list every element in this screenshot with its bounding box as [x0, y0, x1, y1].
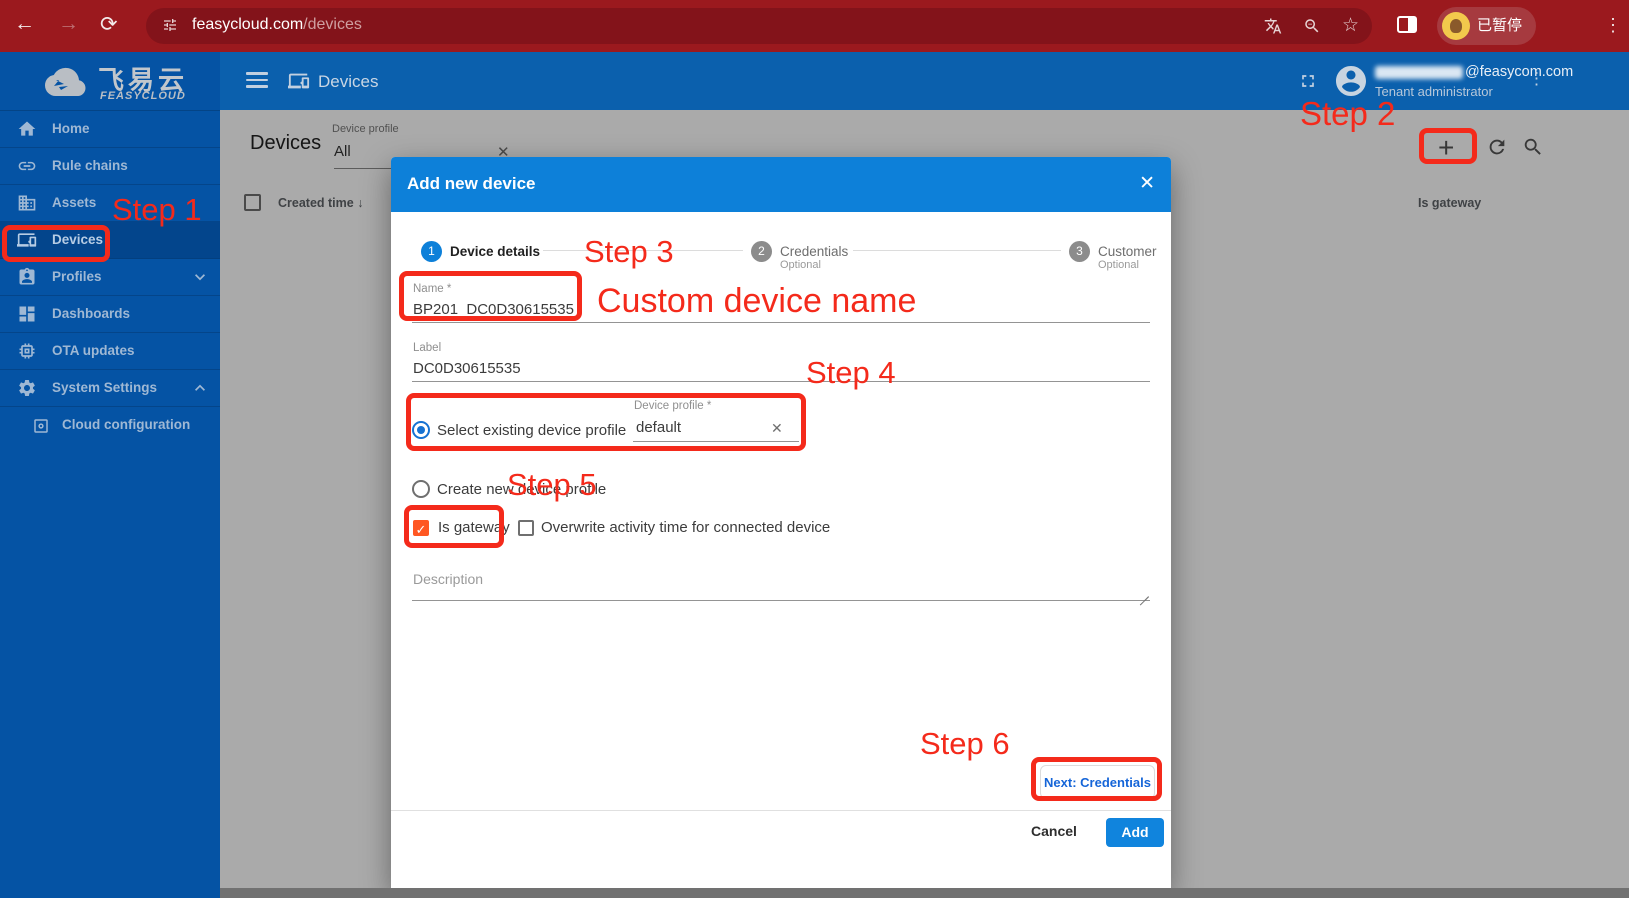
step1-dot: 1 — [421, 241, 442, 262]
translate-icon[interactable] — [1264, 17, 1282, 35]
reload-icon[interactable]: ⟳ — [100, 12, 118, 37]
description-underline[interactable] — [412, 600, 1150, 601]
url-bar[interactable]: feasycloud.com/devices ☆ — [146, 8, 1372, 44]
dashboards-icon — [17, 304, 37, 324]
hamburger-menu-icon[interactable] — [246, 72, 268, 88]
radio-create-new-profile[interactable] — [412, 480, 430, 498]
topbar-devices-icon — [288, 70, 310, 92]
radio-select-existing-profile[interactable] — [412, 421, 430, 439]
label-label: Label — [413, 342, 441, 354]
back-icon[interactable]: ← — [14, 12, 35, 36]
is-gateway-checkbox[interactable]: ✓ — [413, 520, 429, 536]
cloud-logo-icon — [34, 64, 90, 102]
description-label: Description — [413, 571, 483, 587]
resize-handle-icon[interactable] — [1138, 588, 1149, 599]
device-profile-input[interactable]: default — [636, 419, 681, 436]
dialog-divider — [391, 810, 1171, 811]
home-icon — [17, 119, 37, 139]
gear-icon — [17, 378, 37, 398]
overwrite-activity-label[interactable]: Overwrite activity time for connected de… — [541, 519, 830, 536]
name-underline — [412, 322, 1150, 323]
dialog-header: Add new device ✕ — [391, 157, 1171, 212]
topbar: Devices @feasycom.com Tenant administrat… — [220, 52, 1629, 110]
name-label: Name * — [413, 283, 451, 295]
browser-menu-icon[interactable]: ⋮ — [1604, 15, 1622, 36]
sidebar-item-system-settings[interactable]: System Settings — [0, 370, 220, 407]
bottom-strip — [220, 888, 1629, 898]
bookmark-star-icon[interactable]: ☆ — [1342, 14, 1359, 37]
radio-existing-label[interactable]: Select existing device profile — [437, 422, 626, 439]
page: ← → ⟳ feasycloud.com/devices ☆ 已暂停 ⋮ — [0, 0, 1629, 898]
profile-underline — [633, 441, 799, 442]
step2-dot: 2 — [751, 241, 772, 262]
overwrite-activity-checkbox[interactable] — [518, 520, 534, 536]
close-icon[interactable]: ✕ — [1139, 172, 1155, 195]
blurred-text — [1375, 66, 1463, 79]
sidebar-item-home[interactable]: Home — [0, 111, 220, 148]
label-input[interactable]: DC0D30615535 — [413, 360, 521, 377]
sidebar-item-dashboards[interactable]: Dashboards — [0, 296, 220, 333]
url-text: feasycloud.com/devices — [192, 16, 362, 34]
is-gateway-label[interactable]: Is gateway — [438, 519, 510, 536]
sidebar-item-assets[interactable]: Assets — [0, 185, 220, 222]
dialog-title: Add new device — [407, 174, 535, 194]
sidebar-item-profiles[interactable]: Profiles — [0, 259, 220, 296]
user-role: Tenant administrator — [1375, 84, 1493, 99]
profiles-icon — [17, 267, 37, 287]
site-settings-icon[interactable] — [162, 17, 178, 33]
next-credentials-button[interactable]: Next: Credentials — [1040, 765, 1155, 799]
step3-dot: 3 — [1069, 241, 1090, 262]
browser-chrome: ← → ⟳ feasycloud.com/devices ☆ 已暂停 ⋮ — [0, 0, 1629, 52]
profile-chip[interactable]: 已暂停 — [1437, 7, 1536, 45]
logo-en-text: FEASYCLOUD — [100, 90, 186, 102]
cloud-config-icon — [32, 417, 50, 435]
sidebar-item-ota-updates[interactable]: OTA updates — [0, 333, 220, 370]
add-device-dialog: Add new device ✕ 1 Device details 2 Cred… — [391, 157, 1171, 888]
user-avatar-icon[interactable] — [1333, 63, 1369, 99]
sidebar-item-cloud-configuration[interactable]: Cloud configuration — [0, 407, 220, 444]
chevron-up-icon — [190, 378, 210, 398]
label-underline — [412, 381, 1150, 382]
zoom-icon[interactable] — [1303, 17, 1321, 35]
fullscreen-icon[interactable] — [1298, 71, 1318, 91]
devices-icon — [17, 230, 37, 250]
topbar-title: Devices — [318, 72, 378, 92]
cancel-button[interactable]: Cancel — [1031, 823, 1077, 839]
assets-icon — [17, 193, 37, 213]
stepper-line — [543, 250, 743, 251]
browser-avatar-icon — [1442, 12, 1470, 40]
side-panel-icon[interactable] — [1397, 16, 1417, 33]
topbar-menu-icon[interactable]: ⋮ — [1528, 69, 1545, 89]
forward-icon[interactable]: → — [58, 12, 79, 36]
stepper-line — [853, 250, 1061, 251]
radio-new-label[interactable]: Create new device profile — [437, 481, 606, 498]
name-input[interactable]: BP201_DC0D30615535 — [413, 301, 574, 318]
link-icon — [17, 156, 37, 176]
paused-label: 已暂停 — [1477, 17, 1522, 34]
profile-clear-icon[interactable]: ✕ — [771, 420, 783, 437]
sidebar-item-rule-chains[interactable]: Rule chains — [0, 148, 220, 185]
chip-icon — [17, 341, 37, 361]
chevron-down-icon — [190, 267, 210, 287]
logo: 飞易云 FEASYCLOUD — [0, 52, 220, 111]
sidebar-item-devices[interactable]: Devices — [0, 222, 220, 259]
sidebar: 飞易云 FEASYCLOUD Home Rule chains Assets D… — [0, 52, 220, 898]
device-profile-label: Device profile * — [634, 400, 711, 412]
add-button[interactable]: Add — [1106, 818, 1164, 847]
